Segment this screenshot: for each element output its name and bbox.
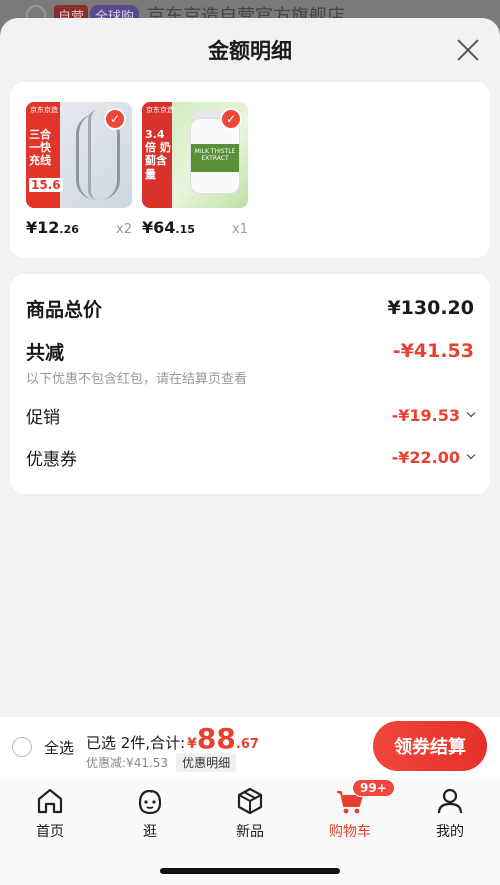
promo-value: -¥19.53 [391, 405, 460, 425]
tab-mine[interactable]: 我的 [410, 785, 490, 841]
product-price-row: ¥64.15 x1 [142, 218, 248, 237]
image-number: 15.6 [29, 178, 63, 192]
sum-yen: ¥ [187, 736, 197, 752]
product-item[interactable]: 京东京造 3.4倍 奶蓟含量 MILK THISTLE EXTRACT ✓ ¥6… [142, 102, 248, 238]
total-value: ¥130.20 [387, 297, 474, 319]
image-brand: 京东京造 [146, 106, 174, 114]
select-all[interactable]: 全选 [12, 737, 74, 758]
product-item[interactable]: 京东京造 三合一快充线 15.6 ✓ ¥12.26 x2 [26, 102, 132, 238]
products-card: 京东京造 三合一快充线 15.6 ✓ ¥12.26 x2 京东京造 3.4倍 奶… [10, 82, 490, 258]
bottle-label: MILK THISTLE EXTRACT [191, 144, 239, 172]
tab-home[interactable]: 首页 [10, 785, 90, 841]
coupon-value: -¥22.00 [391, 447, 460, 467]
sum-top: 已选 2件,合计: ¥ 88 .67 [86, 722, 259, 755]
tab-label: 购物车 [329, 824, 371, 840]
check-icon[interactable]: ✓ [220, 108, 242, 130]
chevron-down-icon[interactable] [466, 408, 476, 418]
checkout-button[interactable]: 领券结算 [373, 721, 487, 771]
discount-label: 共减 [26, 341, 65, 364]
tab-label: 我的 [436, 824, 464, 840]
discount-text: 优惠减:¥41.53 [86, 756, 169, 770]
discount-row: 共减 -¥41.53 [26, 336, 474, 366]
promo-value-wrap[interactable]: -¥19.53 [391, 405, 476, 425]
sum-amount-int: 88 [196, 722, 236, 755]
tab-label: 逛 [143, 824, 157, 840]
tab-new[interactable]: 新品 [210, 785, 290, 841]
check-icon[interactable]: ✓ [104, 108, 126, 130]
selected-text: 已选 2件,合计: [86, 734, 186, 752]
face-icon [138, 789, 162, 815]
coupon-label: 优惠券 [26, 449, 77, 470]
home-indicator [160, 868, 340, 874]
image-brand: 京东京造 [30, 106, 58, 114]
sum-block: 已选 2件,合计: ¥ 88 .67 优惠减:¥41.53 优惠明细 [86, 722, 259, 772]
discount-value: -¥41.53 [392, 340, 474, 362]
product-qty: x2 [116, 222, 132, 237]
close-icon[interactable] [456, 38, 480, 62]
total-label: 商品总价 [26, 298, 103, 321]
summary-card: 商品总价 ¥130.20 共减 -¥41.53 以下优惠不包含红包，请在结算页查… [10, 274, 490, 494]
product-price: ¥64.15 [142, 218, 195, 237]
tab-bar: 首页 逛 新品 购物车 99+ 我的 [0, 777, 500, 885]
product-price-row: ¥12.26 x2 [26, 218, 132, 237]
coupon-row[interactable]: 优惠券 -¥22.00 [26, 443, 476, 471]
sum-bottom: 优惠减:¥41.53 优惠明细 [86, 753, 259, 772]
detail-tag[interactable]: 优惠明细 [176, 753, 237, 772]
tab-label: 首页 [36, 824, 64, 840]
select-all-radio[interactable] [12, 737, 32, 757]
total-row: 商品总价 ¥130.20 [26, 292, 474, 324]
image-text: 3.4倍 奶蓟含量 [145, 128, 171, 181]
home-icon [37, 788, 63, 814]
promo-label: 促销 [26, 407, 60, 428]
image-text: 三合一快充线 [29, 128, 51, 168]
chevron-down-icon[interactable] [466, 450, 476, 460]
product-image[interactable]: 京东京造 3.4倍 奶蓟含量 MILK THISTLE EXTRACT ✓ [142, 102, 248, 208]
tab-explore[interactable]: 逛 [110, 785, 190, 841]
cube-icon [237, 787, 263, 815]
sheet-header: 金额明细 [0, 18, 500, 82]
cart-badge: 99+ [352, 779, 395, 797]
product-price: ¥12.26 [26, 218, 79, 237]
discount-note: 以下优惠不包含红包，请在结算页查看 [26, 372, 248, 387]
coupon-value-wrap[interactable]: -¥22.00 [391, 447, 476, 467]
product-image[interactable]: 京东京造 三合一快充线 15.6 ✓ [26, 102, 132, 208]
checkout-bar: 全选 已选 2件,合计: ¥ 88 .67 优惠减:¥41.53 优惠明细 领券… [0, 717, 500, 777]
sheet-title: 金额明细 [208, 39, 292, 63]
promo-row[interactable]: 促销 -¥19.53 [26, 401, 476, 429]
product-qty: x1 [232, 222, 248, 237]
select-all-label[interactable]: 全选 [44, 737, 74, 758]
sum-amount-dec: .67 [235, 737, 259, 752]
tab-label: 新品 [236, 824, 264, 840]
user-icon [437, 788, 463, 814]
